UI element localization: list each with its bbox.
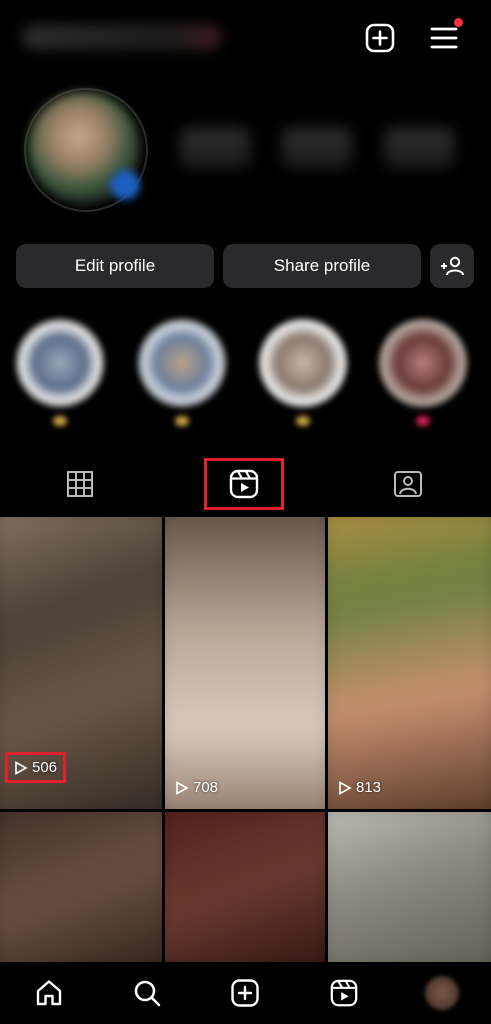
highlight-2[interactable] — [137, 318, 227, 408]
reel-views-1: 506 — [4, 752, 67, 783]
hamburger-menu-icon — [430, 27, 458, 49]
add-person-icon — [441, 256, 464, 276]
highlight-2-label — [175, 416, 189, 426]
share-profile-button[interactable]: Share profile — [223, 244, 421, 288]
add-person-button[interactable] — [430, 244, 474, 288]
tab-reels[interactable] — [204, 458, 284, 510]
play-icon — [15, 760, 28, 775]
highlight-4[interactable] — [378, 318, 468, 408]
bottom-navigation — [0, 962, 491, 1024]
reel-tile-3[interactable]: 813 — [328, 517, 491, 809]
tab-grid[interactable] — [40, 458, 120, 510]
reel-tile-4[interactable] — [0, 812, 162, 962]
reel-tile-6[interactable] — [328, 812, 491, 962]
followers-stat-blurred[interactable] — [282, 128, 352, 168]
nav-create[interactable] — [225, 973, 265, 1013]
new-post-button[interactable] — [362, 20, 398, 56]
search-icon — [134, 980, 161, 1007]
nav-home[interactable] — [29, 973, 69, 1013]
highlight-4-label — [416, 416, 430, 426]
tagged-person-icon — [394, 471, 422, 497]
nav-profile[interactable] — [422, 973, 462, 1013]
highlight-1-label — [53, 416, 67, 426]
create-icon — [231, 979, 260, 1007]
reel-tile-5[interactable] — [165, 812, 325, 962]
add-story-badge[interactable] — [110, 170, 140, 200]
nav-search[interactable] — [127, 973, 167, 1013]
reel-views-2: 708 — [175, 779, 218, 796]
view-count: 813 — [356, 779, 382, 796]
reels-icon — [330, 979, 357, 1007]
reel-tile-1[interactable]: 506 — [0, 517, 162, 809]
highlight-3-label — [296, 416, 310, 426]
reel-views-3: 813 — [338, 779, 381, 796]
home-icon — [36, 980, 62, 1006]
username-blurred[interactable] — [22, 24, 222, 50]
highlight-1[interactable] — [15, 318, 105, 408]
tab-tagged[interactable] — [368, 458, 448, 510]
reels-icon — [229, 469, 259, 499]
profile-avatar — [424, 976, 459, 1010]
reel-tile-2[interactable]: 708 — [165, 517, 325, 809]
highlight-3[interactable] — [258, 318, 348, 408]
view-count: 506 — [32, 759, 58, 776]
view-count: 708 — [193, 779, 219, 796]
edit-profile-button[interactable]: Edit profile — [16, 244, 214, 288]
notification-dot — [454, 18, 463, 27]
plus-square-icon — [365, 23, 395, 53]
grid-icon — [67, 471, 93, 497]
play-icon — [339, 780, 352, 795]
play-icon — [176, 780, 189, 795]
nav-reels[interactable] — [324, 973, 364, 1013]
posts-stat-blurred[interactable] — [180, 128, 250, 168]
following-stat-blurred[interactable] — [384, 128, 454, 168]
